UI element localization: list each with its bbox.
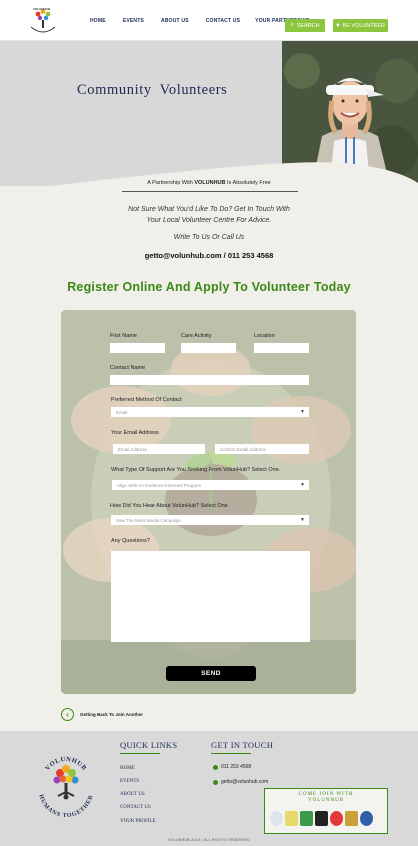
location-label: Location <box>254 333 275 339</box>
contact-name-label: Contact Name <box>110 365 146 371</box>
partnership-suffix: Is Absolutely Free <box>225 180 271 186</box>
register-title: Register Online And Apply To Volunteer T… <box>67 280 351 294</box>
svg-text:VOLUNHUB: VOLUNHUB <box>44 756 88 772</box>
site-header: VOLUNHUB HOME EVENTS ABOUT US CONTACT US… <box>0 0 418 41</box>
partner-logo-2[interactable] <box>285 810 298 826</box>
quick-links-title: QUICK LINKS <box>120 740 178 750</box>
chevron-down-icon: ▼ <box>300 482 305 488</box>
support-type-value: Align With An Evidence-Informed Program <box>117 482 202 488</box>
support-type-select[interactable]: Align With An Evidence-Informed Program … <box>112 480 309 490</box>
partner-logo-7[interactable] <box>360 810 373 826</box>
footer-logo-top-text: VOLUNHUB <box>44 756 87 772</box>
footer-link-contact-us[interactable]: CONTACT US <box>120 805 151 810</box>
email-placeholder: Email Address <box>118 446 147 452</box>
footer-link-your-profile[interactable]: YOUR PROFILE <box>120 819 156 824</box>
join-title-line-2: VOLUNHUB <box>307 798 345 803</box>
get-in-touch-title: GET IN TOUCH <box>211 740 274 750</box>
nav-contact-us[interactable]: CONTACT US <box>206 18 240 24</box>
heard-about-select[interactable]: Saw The Mass Media Campaign ▼ <box>111 515 309 525</box>
email-icon <box>213 779 218 785</box>
email-label: Your Email Address <box>111 430 159 436</box>
partnership-divider <box>122 191 298 192</box>
footer-link-home[interactable]: HOME <box>120 766 135 771</box>
questions-label: Any Questions? <box>111 538 150 544</box>
preferred-method-label: Preferred Method Of Contact <box>111 397 182 403</box>
chevron-down-icon: ▼ <box>300 517 305 523</box>
footer-email-text: getto@volunhub.com <box>221 779 269 785</box>
hero-title: Community Volunteers <box>77 82 228 98</box>
advice-line-2: Your Local Volunteer Centre For Advice. <box>146 217 272 224</box>
confirm-email-placeholder: Confirm Email Address <box>220 446 266 452</box>
phone-icon <box>213 764 218 770</box>
partnership-prefix: A Partnership With <box>147 180 195 186</box>
first-name-label: First Name <box>110 333 137 339</box>
get-in-touch-underline <box>211 753 251 754</box>
footer-link-about-us[interactable]: ABOUT US <box>120 792 145 797</box>
partner-logos <box>270 805 383 831</box>
email-input[interactable]: Email Address <box>113 444 205 454</box>
partner-logo-6[interactable] <box>345 810 358 826</box>
hero-banner: Community Volunteers <box>0 41 418 186</box>
search-icon: ⌕ <box>290 22 294 28</box>
partnership-statement: A Partnership With VOLUNHUB Is Absolutel… <box>0 180 418 186</box>
partner-logo-3[interactable] <box>300 810 313 826</box>
svg-text:HUMANS TOGETHER: HUMANS TOGETHER <box>37 794 94 819</box>
join-title: COME JOIN WITH VOLUNHUB <box>265 792 387 804</box>
logo-small-text: VOLUNHUB <box>33 7 50 11</box>
search-button[interactable]: ⌕ SEARCH <box>285 19 325 32</box>
advice-text: Not Sure What You'd Like To Do? Get In T… <box>0 204 418 226</box>
preferred-method-value: Email <box>116 409 128 415</box>
location-input[interactable] <box>254 343 309 353</box>
contact-name-input[interactable] <box>110 375 309 385</box>
care-activity-input[interactable] <box>181 343 236 353</box>
footer-email[interactable]: getto@volunhub.com <box>213 779 268 785</box>
chevron-left-icon: ‹ <box>61 708 74 721</box>
be-volunteer-button[interactable]: ♥ BE VOLUNTEER <box>333 19 388 32</box>
care-activity-label: Care Activity <box>181 333 212 339</box>
support-type-label: What Type Of Support Are You Seeking Fro… <box>111 467 281 473</box>
send-button[interactable]: SEND <box>166 666 256 681</box>
footer-phone-text: 011 253 4568 <box>221 764 252 770</box>
join-partners-box: COME JOIN WITH VOLUNHUB <box>264 788 388 834</box>
heard-about-value: Saw The Mass Media Campaign <box>116 517 181 523</box>
be-volunteer-button-label: BE VOLUNTEER <box>342 22 386 29</box>
partnership-brand: VOLUNHUB <box>194 180 226 186</box>
confirm-email-input[interactable]: Confirm Email Address <box>215 444 309 454</box>
quick-links-underline <box>120 753 160 754</box>
questions-textarea[interactable] <box>111 551 310 642</box>
partner-logo-1[interactable] <box>270 810 283 826</box>
partner-logo-5[interactable] <box>330 810 343 826</box>
advice-line-1: Not Sure What You'd Like To Do? Get In T… <box>128 206 290 213</box>
footer-phone[interactable]: 011 253 4568 <box>213 764 251 770</box>
back-link[interactable]: ‹ Getting Back To Join Another <box>61 708 143 721</box>
heard-about-label: How Did You Hear About VolunHub? Select … <box>110 503 230 509</box>
back-link-text: Getting Back To Join Another <box>80 712 144 717</box>
first-name-input[interactable] <box>110 343 165 353</box>
chevron-down-icon: ▼ <box>300 409 305 415</box>
nav-about-us[interactable]: ABOUT US <box>161 18 189 24</box>
nav-home[interactable]: HOME <box>90 18 106 24</box>
contact-email-phone[interactable]: getto@volunhub.com / 011 253 4568 <box>0 251 418 260</box>
copyright-text: VOLUNHUB 2019 | ALL RIGHTS RESERVED <box>168 838 250 842</box>
write-or-call-text: Write To Us Or Call Us <box>173 234 245 241</box>
preferred-method-select[interactable]: Email ▼ <box>111 407 309 417</box>
search-button-label: SEARCH <box>296 22 320 29</box>
nav-events[interactable]: EVENTS <box>123 18 144 24</box>
footer-logo-lettering: VOLUNHUB HUMANS TOGETHER <box>37 756 94 819</box>
footer-link-events[interactable]: EVENTS <box>120 779 139 784</box>
heart-icon: ♥ <box>335 22 340 29</box>
footer-logo-bottom-text: HUMANS TOGETHER <box>37 794 93 819</box>
partner-logo-4[interactable] <box>315 810 328 826</box>
